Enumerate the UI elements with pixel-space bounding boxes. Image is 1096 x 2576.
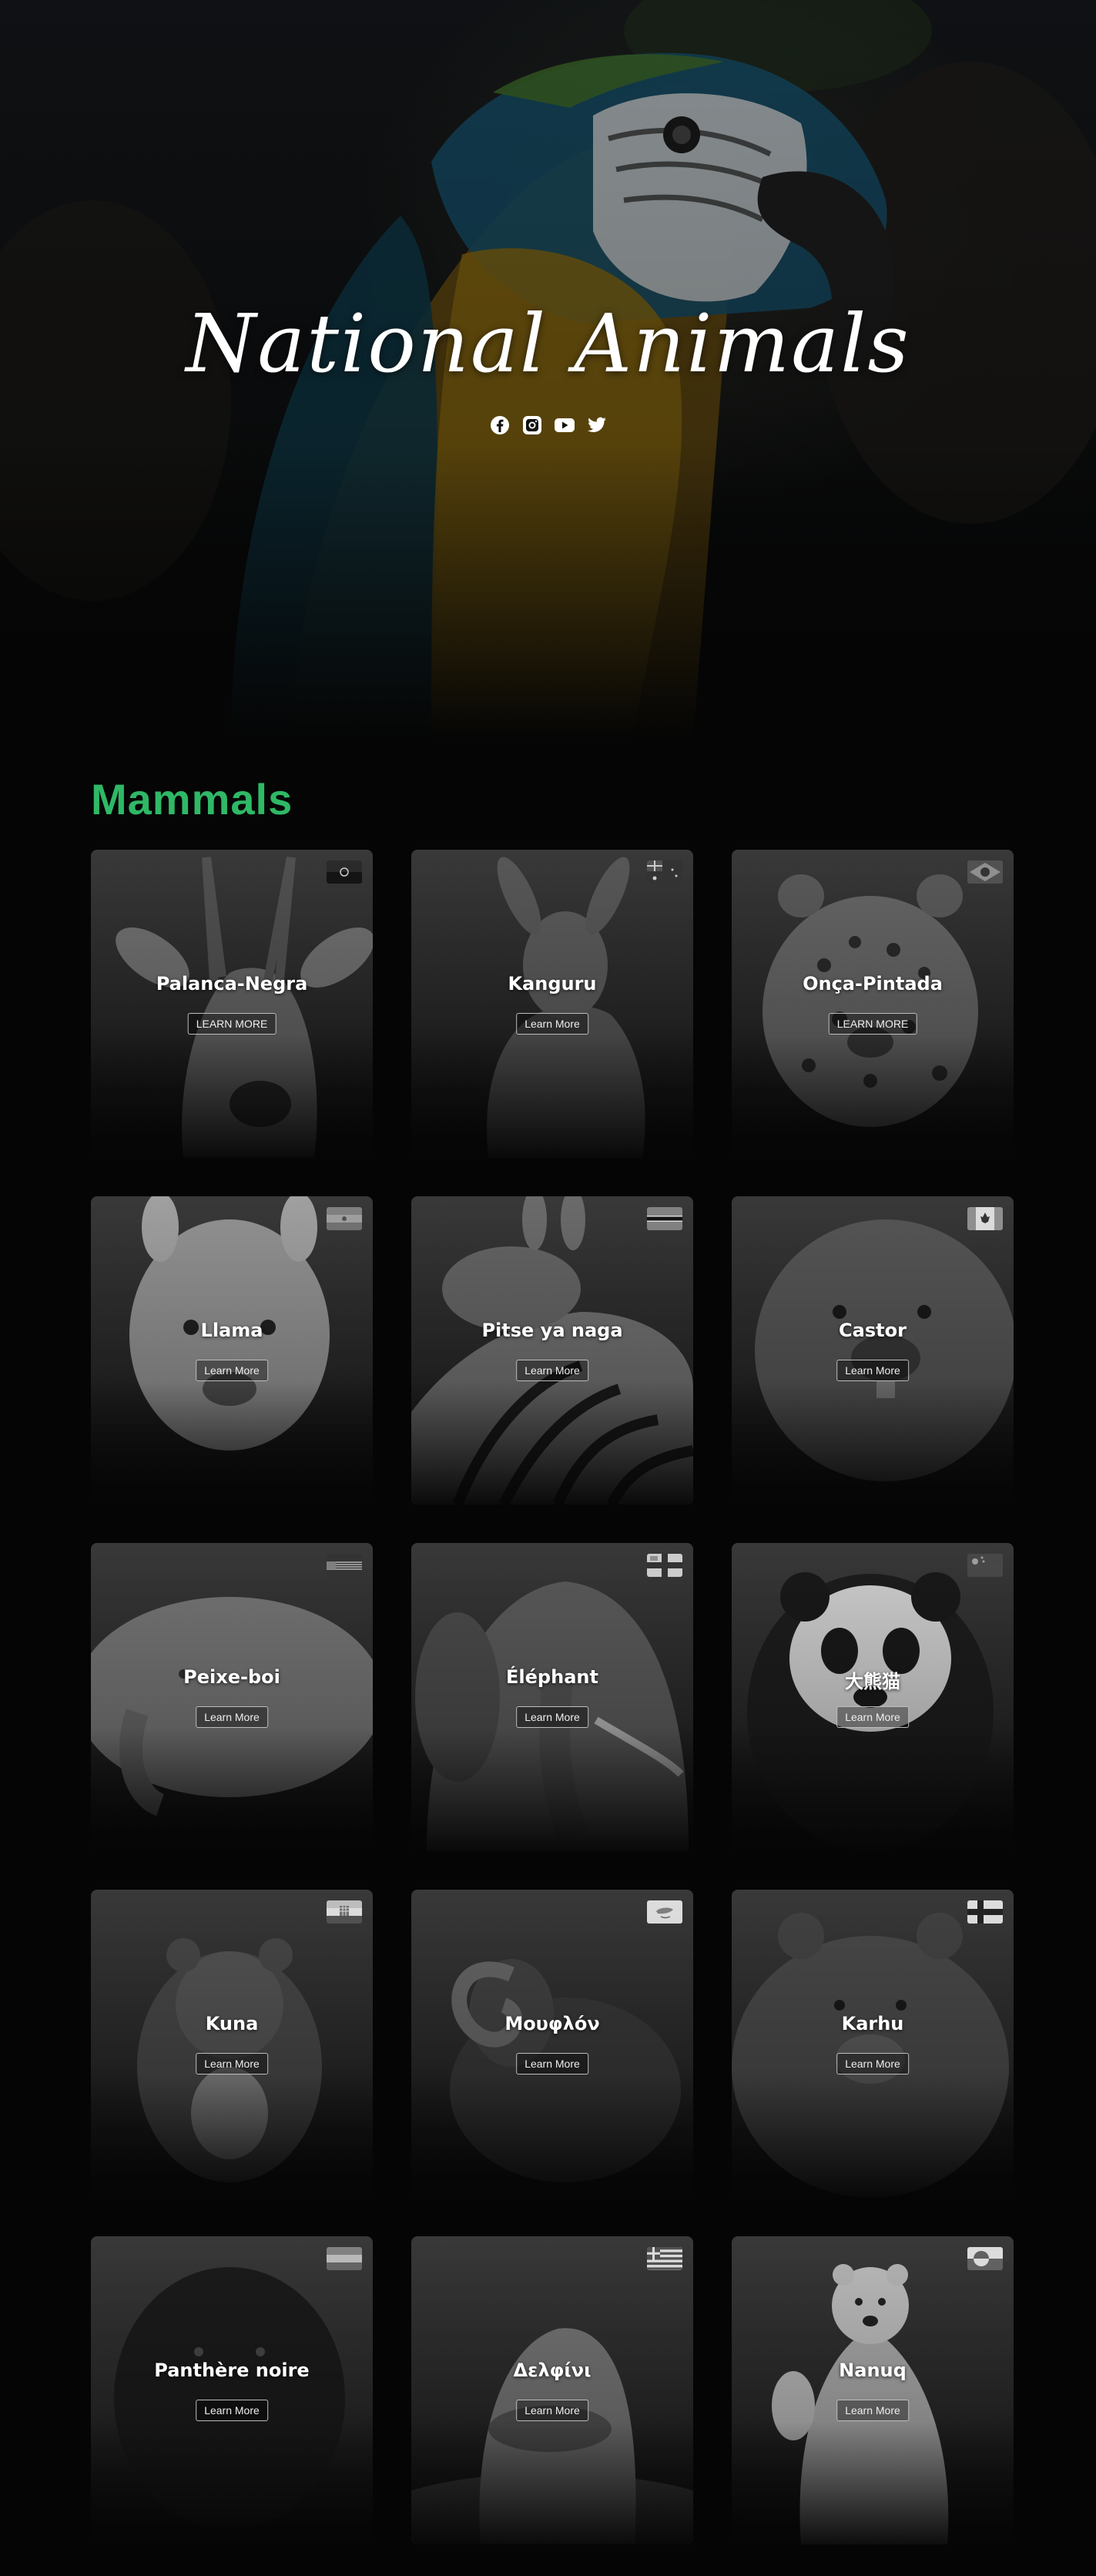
card-shade — [91, 1543, 373, 1851]
learn-more-button[interactable]: Learn More — [836, 2400, 909, 2421]
learn-more-button[interactable]: Learn More — [836, 1706, 909, 1728]
twitter-icon[interactable] — [586, 414, 608, 436]
learn-more-button[interactable]: Learn More — [516, 1706, 588, 1728]
animal-name: Kuna — [205, 2013, 259, 2034]
card-shade — [732, 850, 1014, 1158]
animal-name: Peixe-boi — [183, 1666, 280, 1688]
botswana-flag — [647, 1207, 682, 1230]
animal-name: Nanuq — [839, 2360, 907, 2381]
learn-more-button[interactable]: Learn More — [516, 1360, 588, 1381]
learn-more-button[interactable]: Learn More — [516, 2400, 588, 2421]
learn-more-button[interactable]: Learn More — [516, 1013, 588, 1035]
animal-grid: Palanca-Negra LEARN MORE Kanguru Learn More… — [91, 850, 1014, 2544]
animal-card[interactable]: Palanca-Negra LEARN MORE — [91, 850, 373, 1158]
gabon-flag — [327, 2247, 362, 2270]
animal-name: Panthère noire — [154, 2360, 310, 2381]
animal-card[interactable]: Onça-Pintada LEARN MORE — [732, 850, 1014, 1158]
learn-more-button[interactable]: Learn More — [196, 1360, 268, 1381]
animal-card[interactable]: Peixe-boi Learn More — [91, 1543, 373, 1851]
card-shade — [411, 850, 693, 1158]
animal-name: Pitse ya naga — [481, 1320, 623, 1341]
card-shade — [732, 1890, 1014, 2198]
animal-card[interactable]: Castor Learn More — [732, 1196, 1014, 1504]
cross-flag — [647, 1554, 682, 1577]
animal-name: Karhu — [841, 2013, 904, 2034]
page-title: National Animals — [186, 297, 910, 391]
youtube-icon[interactable] — [554, 414, 575, 436]
animal-card[interactable]: Μουφλόν Learn More — [411, 1890, 693, 2198]
card-shade — [411, 2236, 693, 2544]
cyprus-flag — [647, 1900, 682, 1924]
china-flag — [967, 1554, 1003, 1577]
australia-flag — [647, 860, 682, 884]
animal-card[interactable]: Kanguru Learn More — [411, 850, 693, 1158]
animal-name: Onça-Pintada — [803, 973, 943, 995]
section-title-mammals: Mammals — [91, 775, 293, 823]
learn-more-button[interactable]: LEARN MORE — [187, 1013, 277, 1035]
learn-more-button[interactable]: LEARN MORE — [828, 1013, 917, 1035]
angola-flag — [327, 860, 362, 884]
learn-more-button[interactable]: Learn More — [196, 2053, 268, 2075]
learn-more-button[interactable]: Learn More — [516, 2053, 588, 2075]
learn-more-button[interactable]: Learn More — [196, 1706, 268, 1728]
greece-flag — [647, 2247, 682, 2270]
animal-card[interactable]: Kuna Learn More — [91, 1890, 373, 2198]
instagram-icon[interactable] — [521, 414, 543, 436]
card-shade — [411, 1890, 693, 2198]
card-shade — [91, 850, 373, 1158]
facebook-icon[interactable] — [489, 414, 511, 436]
greenland-flag — [967, 2247, 1003, 2270]
learn-more-button[interactable]: Learn More — [836, 1360, 909, 1381]
animal-name: Llama — [200, 1320, 263, 1341]
animal-name: Éléphant — [506, 1666, 598, 1688]
animal-card[interactable]: Llama Learn More — [91, 1196, 373, 1504]
animal-card[interactable]: Panthère noire Learn More — [91, 2236, 373, 2544]
card-shade — [91, 1890, 373, 2198]
card-shade — [411, 1543, 693, 1851]
card-shade — [411, 1196, 693, 1504]
animal-name: Μουφλόν — [504, 2013, 600, 2034]
card-shade — [732, 2236, 1014, 2544]
learn-more-button[interactable]: Learn More — [836, 2053, 909, 2075]
striped-flag — [327, 1554, 362, 1577]
hero-banner: National Animals — [0, 0, 1096, 740]
finland-flag — [967, 1900, 1003, 1924]
card-shade — [732, 1196, 1014, 1504]
animal-name: 大熊猫 — [845, 1671, 900, 1692]
canada-flag — [967, 1207, 1003, 1230]
animal-card[interactable]: Karhu Learn More — [732, 1890, 1014, 2198]
animal-card[interactable]: Pitse ya naga Learn More — [411, 1196, 693, 1504]
animal-card[interactable]: Éléphant Learn More — [411, 1543, 693, 1851]
brazil-flag — [967, 860, 1003, 884]
card-shade — [91, 1196, 373, 1504]
animal-name: Kanguru — [508, 973, 597, 995]
animal-name: Palanca-Negra — [156, 973, 308, 995]
animal-card[interactable]: Nanuq Learn More — [732, 2236, 1014, 2544]
learn-more-button[interactable]: Learn More — [196, 2400, 268, 2421]
bolivia-flag — [327, 1207, 362, 1230]
animal-card[interactable]: Δελφίνι Learn More — [411, 2236, 693, 2544]
animal-card[interactable]: 大熊猫 Learn More — [732, 1543, 1014, 1851]
croatia-flag — [327, 1900, 362, 1924]
card-shade — [732, 1543, 1014, 1851]
social-links — [0, 414, 1096, 436]
card-shade — [91, 2236, 373, 2544]
animal-name: Castor — [839, 1320, 907, 1341]
animal-name: Δελφίνι — [513, 2360, 592, 2381]
